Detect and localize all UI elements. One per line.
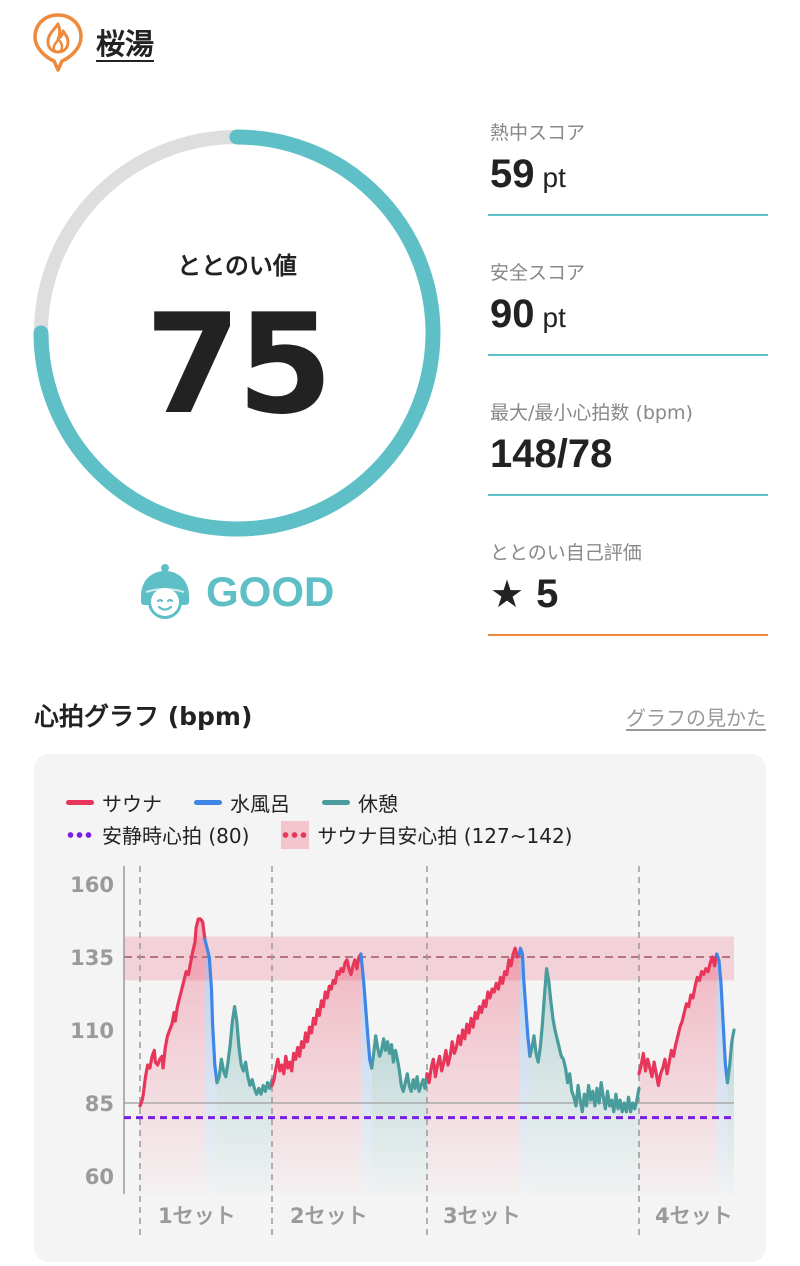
water-area-set-2	[360, 954, 372, 1194]
stat-heart-rate-range: 最大/最小心拍数 (bpm) 148/78	[488, 398, 768, 498]
y-tick-label: 85	[85, 1092, 114, 1116]
target-band	[124, 936, 734, 981]
stat-label: ととのい自己評価	[490, 542, 642, 564]
divider	[488, 354, 768, 356]
status-text: GOOD	[206, 568, 335, 615]
stat-unit: pt	[542, 162, 566, 193]
stat-value: 90 pt	[490, 292, 566, 336]
divider	[488, 494, 768, 496]
rest-area-set-2	[371, 1035, 427, 1194]
divider	[488, 634, 768, 636]
divider	[488, 214, 768, 216]
stat-value: ★ 5	[490, 572, 559, 616]
flame-pin-icon	[33, 13, 83, 72]
graph-title: 心拍グラフ (bpm)	[34, 702, 253, 731]
status-indicator: GOOD	[136, 560, 334, 624]
y-tick-label: 160	[70, 873, 114, 897]
heart-rate-chart: 160 135 110 85 60 1セット 2セット 3セット 4セット	[70, 866, 736, 1236]
hood-face-icon	[141, 564, 189, 619]
set-label-4: 4セット	[655, 1204, 733, 1228]
stat-heat-score: 熱中スコア 59 pt	[488, 118, 768, 218]
stat-label: 安全スコア	[490, 262, 586, 284]
stat-safety-score: 安全スコア 90 pt	[488, 258, 768, 358]
stat-unit: pt	[542, 302, 566, 333]
y-tick-label: 60	[85, 1165, 114, 1189]
set-label-3: 3セット	[443, 1204, 521, 1228]
gauge-label: ととのい値	[177, 252, 297, 280]
rest-area-set-1	[217, 1006, 272, 1194]
star-icon: ★	[490, 574, 525, 616]
stat-label: 最大/最小心拍数 (bpm)	[490, 402, 693, 424]
heart-rate-chart-card: サウナ 水風呂 休憩 安静時心拍 (80) サウナ目安心拍 (127~142) …	[34, 754, 766, 1262]
y-tick-label: 135	[70, 946, 114, 970]
stat-self-rating: ととのい自己評価 ★ 5	[488, 538, 768, 638]
rest-area-set-3	[529, 968, 639, 1194]
y-tick-label: 110	[70, 1019, 114, 1043]
stat-label: 熱中スコア	[490, 122, 586, 144]
header: 桜湯	[32, 12, 154, 72]
set-label-2: 2セット	[290, 1204, 368, 1228]
graph-guide-link[interactable]: グラフの見かた	[626, 702, 766, 731]
gauge-value: 75	[144, 284, 333, 445]
facility-name[interactable]: 桜湯	[96, 21, 154, 63]
stat-value: 59 pt	[490, 152, 566, 196]
stat-value: 148/78	[490, 432, 613, 476]
set-label-1: 1セット	[158, 1204, 236, 1228]
